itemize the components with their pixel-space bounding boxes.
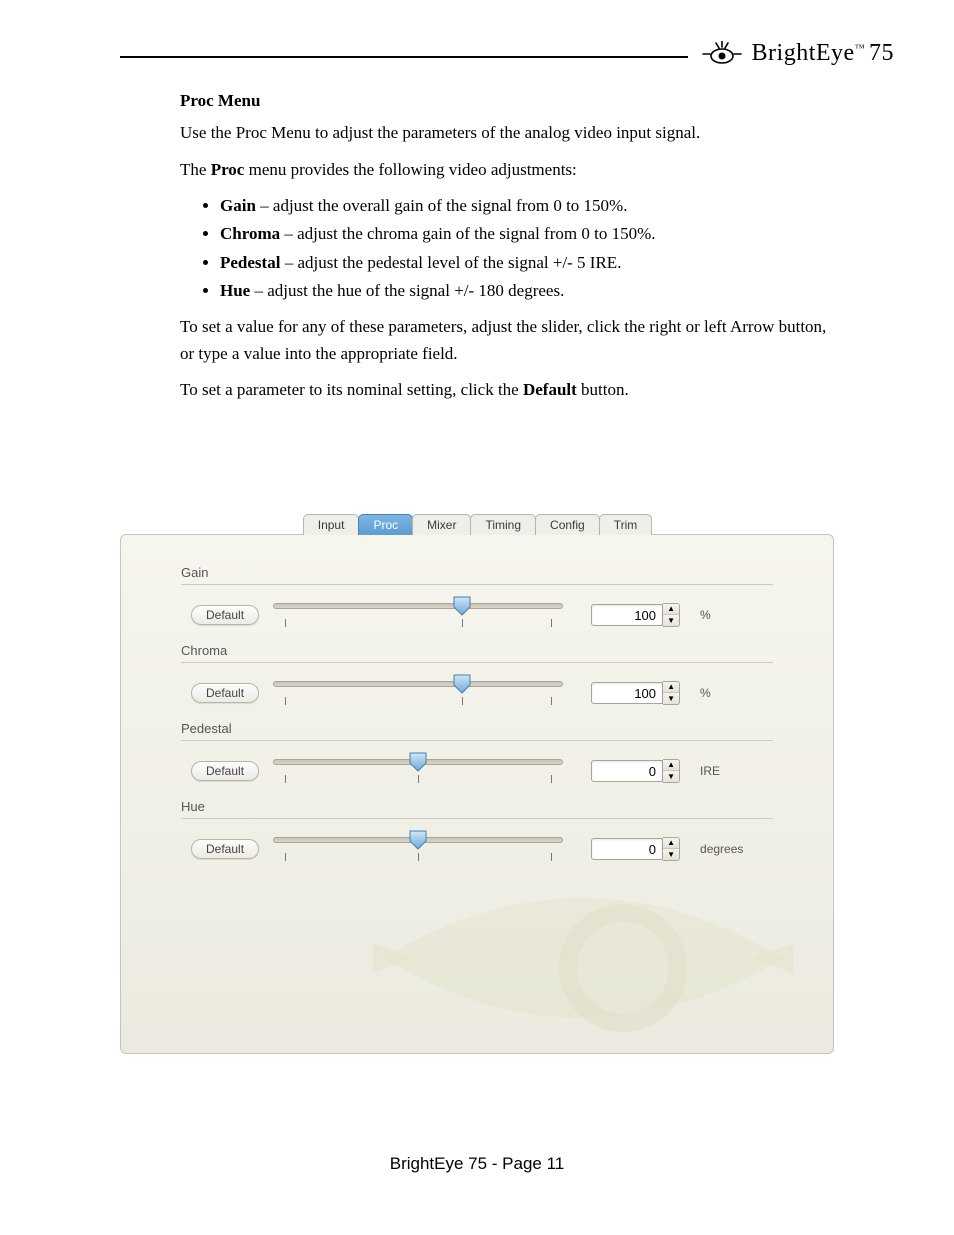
- slider[interactable]: [273, 831, 563, 867]
- slider[interactable]: [273, 675, 563, 711]
- slider[interactable]: [273, 753, 563, 789]
- param-label: Pedestal: [181, 721, 773, 741]
- tab-config[interactable]: Config: [535, 514, 600, 535]
- brand-logo: BrightEye™75: [688, 40, 894, 67]
- brand-model: 75: [869, 40, 894, 66]
- value-input[interactable]: [591, 604, 663, 626]
- default-button[interactable]: Default: [191, 761, 259, 781]
- arrow-down-icon[interactable]: ▼: [663, 771, 679, 782]
- header-rule: BrightEye™75: [120, 40, 894, 70]
- slider-thumb[interactable]: [453, 596, 471, 616]
- param-label: Hue: [181, 799, 773, 819]
- value-input[interactable]: [591, 760, 663, 782]
- value-input[interactable]: [591, 682, 663, 704]
- default-button[interactable]: Default: [191, 683, 259, 703]
- arrow-down-icon[interactable]: ▼: [663, 693, 679, 704]
- arrow-down-icon[interactable]: ▼: [663, 615, 679, 626]
- set-value-text: To set a value for any of these paramete…: [180, 314, 834, 367]
- tab-trim[interactable]: Trim: [599, 514, 653, 535]
- slider-thumb[interactable]: [453, 674, 471, 694]
- value-input[interactable]: [591, 838, 663, 860]
- arrow-up-icon[interactable]: ▲: [663, 838, 679, 849]
- param-gain: Gain Default ▲▼%: [181, 565, 773, 633]
- arrow-up-icon[interactable]: ▲: [663, 604, 679, 615]
- brand-name: BrightEye: [752, 40, 855, 66]
- bullet-list: Gain – adjust the overall gain of the si…: [180, 193, 834, 304]
- param-pedestal: Pedestal Default ▲▼ IRE: [181, 721, 773, 789]
- unit-label: %: [700, 686, 750, 700]
- page-footer: BrightEye 75 - Page 11: [60, 1154, 894, 1174]
- unit-label: IRE: [700, 764, 750, 778]
- tab-timing[interactable]: Timing: [470, 514, 536, 535]
- default-button[interactable]: Default: [191, 605, 259, 625]
- section-heading: Proc Menu: [180, 88, 834, 114]
- slider-thumb[interactable]: [409, 752, 427, 772]
- tab-proc[interactable]: Proc: [358, 514, 413, 535]
- param-label: Gain: [181, 565, 773, 585]
- proc-panel: GainDefault ▲▼%ChromaDefault ▲▼%Pedestal…: [120, 534, 834, 1054]
- intro-text: Use the Proc Menu to adjust the paramete…: [180, 120, 834, 146]
- tab-bar: InputProcMixerTimingConfigTrim: [120, 513, 834, 534]
- arrow-up-icon[interactable]: ▲: [663, 682, 679, 693]
- slider[interactable]: [273, 597, 563, 633]
- unit-label: %: [700, 608, 750, 622]
- lead-text: The Proc menu provides the following vid…: [180, 157, 834, 183]
- unit-label: degrees: [700, 842, 750, 856]
- set-default-text: To set a parameter to its nominal settin…: [180, 377, 834, 403]
- param-chroma: Chroma Default ▲▼%: [181, 643, 773, 711]
- arrow-up-icon[interactable]: ▲: [663, 760, 679, 771]
- slider-thumb[interactable]: [409, 830, 427, 850]
- tab-input[interactable]: Input: [303, 514, 360, 535]
- tab-mixer[interactable]: Mixer: [412, 514, 471, 535]
- arrow-down-icon[interactable]: ▼: [663, 849, 679, 860]
- param-label: Chroma: [181, 643, 773, 663]
- param-hue: Hue Default ▲▼ degrees: [181, 799, 773, 867]
- eye-icon: [700, 41, 744, 67]
- default-button[interactable]: Default: [191, 839, 259, 859]
